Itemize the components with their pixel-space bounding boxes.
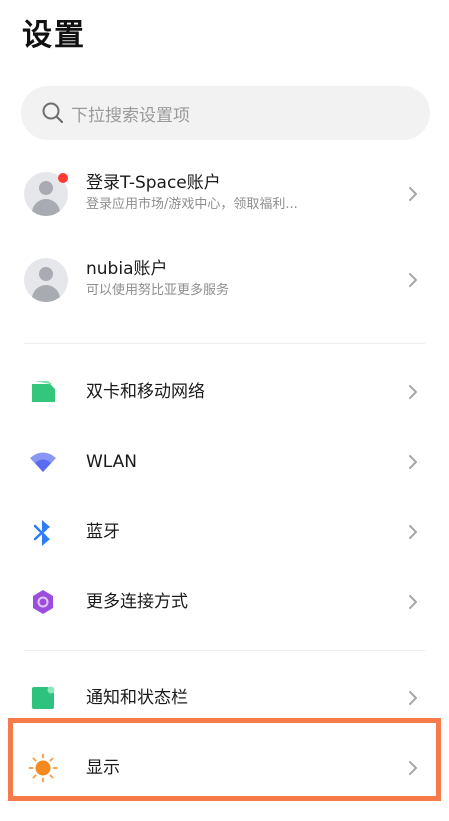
chevron-right-icon (409, 455, 417, 469)
nubia-account-subtitle: 可以使用努比亚更多服务 (86, 283, 230, 298)
avatar (24, 258, 68, 302)
chevron-right-icon (409, 525, 417, 539)
tspace-account-title: 登录T-Space账户 (86, 173, 221, 193)
settings-item-wlan[interactable]: WLAN (0, 432, 449, 492)
notification-icon (32, 686, 55, 709)
nubia-account-title: nubia账户 (86, 259, 168, 279)
settings-item-sim[interactable]: 双卡和移动网络 (0, 362, 449, 422)
search-placeholder: 下拉搜索设置项 (71, 105, 190, 126)
chevron-right-icon (409, 187, 417, 201)
bluetooth-icon (33, 520, 50, 546)
chevron-right-icon (409, 385, 417, 399)
section-divider (24, 343, 425, 344)
settings-item-label: 双卡和移动网络 (86, 382, 205, 402)
search-icon (41, 101, 65, 125)
chevron-right-icon (409, 595, 417, 609)
notification-dot (58, 173, 68, 183)
sim-card-icon (32, 381, 55, 402)
page-title: 设置 (22, 18, 86, 53)
highlight-box (8, 718, 441, 801)
settings-item-label: 通知和状态栏 (86, 688, 188, 708)
chevron-right-icon (409, 273, 417, 287)
chevron-right-icon (409, 691, 417, 705)
settings-item-label: 更多连接方式 (86, 592, 188, 612)
more-connections-icon (33, 590, 53, 614)
tspace-account-row[interactable]: 登录T-Space账户 登录应用市场/游戏中心，领取福利... (0, 159, 449, 229)
settings-item-more-connections[interactable]: 更多连接方式 (0, 572, 449, 632)
settings-item-label: WLAN (86, 452, 138, 472)
section-divider (24, 650, 425, 651)
wifi-icon (30, 452, 56, 472)
search-bar[interactable]: 下拉搜索设置项 (21, 86, 430, 140)
nubia-account-row[interactable]: nubia账户 可以使用努比亚更多服务 (0, 245, 449, 315)
settings-item-bluetooth[interactable]: 蓝牙 (0, 502, 449, 562)
tspace-account-subtitle: 登录应用市场/游戏中心，领取福利... (86, 197, 298, 212)
settings-item-label: 蓝牙 (86, 522, 120, 542)
